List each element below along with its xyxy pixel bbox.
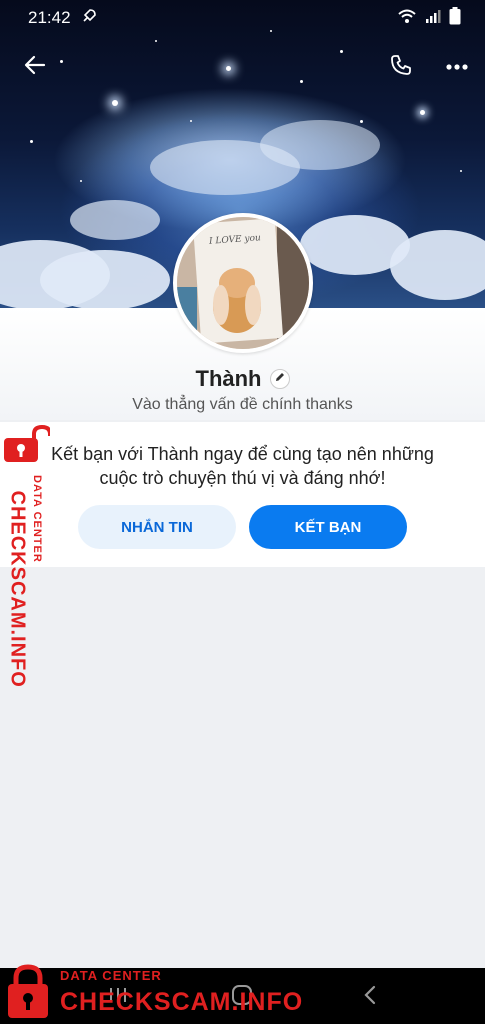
star	[360, 120, 363, 123]
wifi-icon	[397, 8, 417, 29]
watermark-bottom: DATA CENTER CHECKSCAM.INFO	[6, 962, 306, 1022]
battery-icon	[449, 6, 461, 30]
watermark-small-text: DATA CENTER	[60, 968, 162, 983]
arrow-left-icon	[23, 53, 47, 82]
call-button[interactable]	[384, 50, 418, 84]
status-bar: 21:42	[0, 0, 485, 36]
signal-icon	[425, 8, 441, 29]
cloud	[40, 250, 170, 308]
edit-name-button[interactable]	[269, 369, 290, 389]
cloud	[70, 200, 160, 240]
add-friend-card: Kết bạn với Thành ngay để cùng tạo nên n…	[0, 422, 485, 567]
name-row: Thành	[0, 364, 485, 394]
lock-icon	[8, 964, 48, 1018]
back-button[interactable]	[18, 50, 52, 84]
watermark-side: DATA CENTER CHECKSCAM.INFO	[0, 424, 56, 688]
star	[30, 140, 33, 143]
add-friend-button[interactable]: KẾT BẠN	[249, 505, 407, 549]
phone-icon	[389, 53, 413, 82]
rocket-icon	[81, 8, 97, 29]
content-area	[0, 567, 485, 967]
cloud	[390, 230, 485, 300]
clock: 21:42	[28, 8, 71, 27]
more-button[interactable]	[440, 50, 474, 84]
more-horizontal-icon	[445, 58, 469, 76]
invite-message: Kết bạn với Thành ngay để cùng tạo nên n…	[51, 444, 434, 488]
cloud	[260, 120, 380, 170]
star	[112, 100, 118, 106]
profile-status: Vào thẳng vấn đề chính thanks	[132, 396, 353, 413]
lock-icon	[4, 424, 50, 462]
avatar[interactable]: I LOVE you	[173, 213, 313, 353]
system-back-button[interactable]	[350, 982, 390, 1012]
star	[420, 110, 425, 115]
message-button[interactable]: NHẮN TIN	[78, 505, 236, 549]
chevron-left-icon	[363, 984, 377, 1011]
star	[460, 170, 462, 172]
star	[80, 180, 82, 182]
pencil-icon	[274, 370, 286, 388]
watermark-big-text: CHECKSCAM.INFO	[60, 988, 304, 1016]
profile-name: Thành	[195, 366, 262, 391]
watermark-big-text: CHECKSCAM.INFO	[6, 490, 29, 688]
star	[155, 40, 157, 42]
watermark-small-text: DATA CENTER	[31, 475, 43, 563]
star	[190, 120, 192, 122]
top-bar	[0, 46, 485, 86]
